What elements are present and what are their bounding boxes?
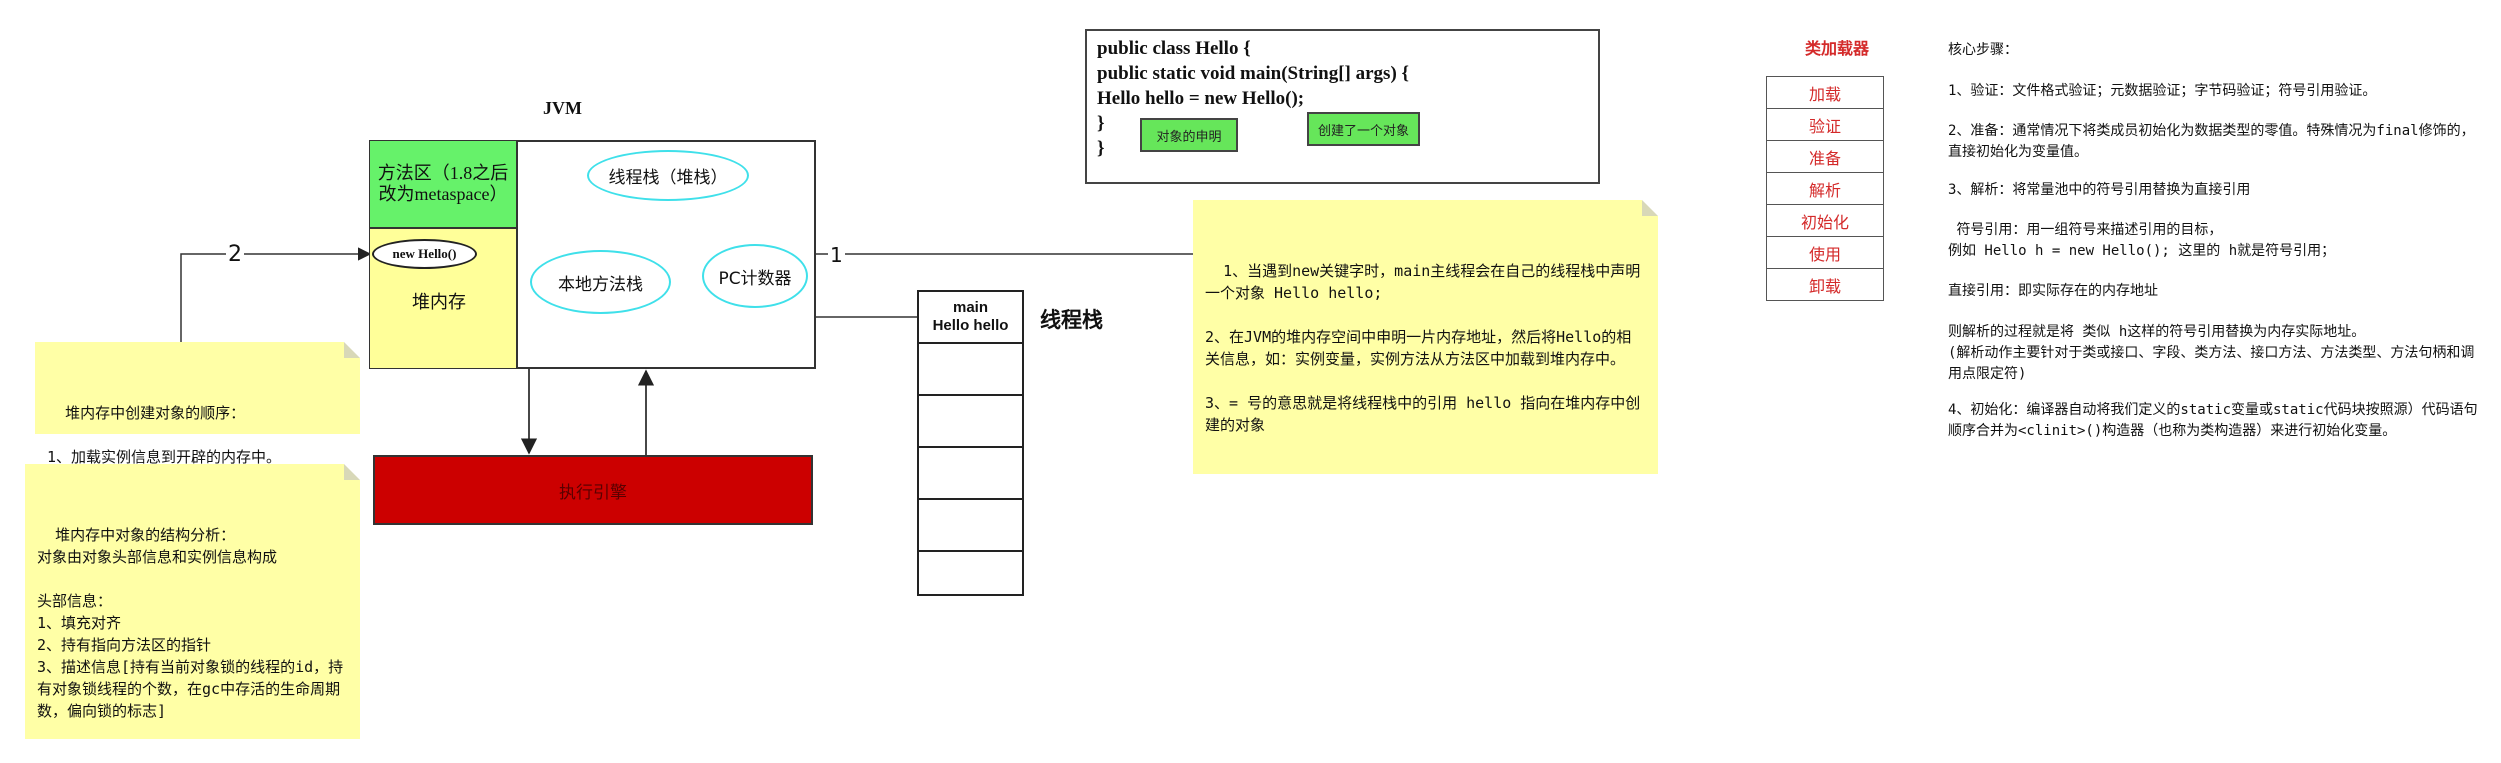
stack-frame bbox=[919, 396, 1022, 448]
loader-step-load[interactable]: 加载 bbox=[1767, 77, 1883, 109]
pc-counter-ellipse[interactable]: PC计数器 bbox=[702, 244, 808, 308]
core-step-direct-ref: 直接引用：即实际存在的内存地址 bbox=[1948, 283, 2158, 299]
code-line: public static void main(String[] args) { bbox=[1097, 63, 1410, 84]
thread-stack-label: 线程栈（堆栈） bbox=[608, 168, 728, 188]
core-step-verify: 1、验证：文件格式验证；元数据验证；字节码验证；符号引用验证。 bbox=[1948, 83, 2377, 99]
stack-frame bbox=[919, 552, 1022, 602]
stack-frame bbox=[919, 500, 1022, 552]
loader-step-use[interactable]: 使用 bbox=[1767, 237, 1883, 269]
note-object-structure-text: 堆内存中对象的结构分析： 对象由对象头部信息和实例信息构成 头部信息： 1、填充… bbox=[37, 526, 344, 720]
loader-step-init[interactable]: 初始化 bbox=[1767, 205, 1883, 237]
method-area-label: 方法区（1.8之后改为metaspace） bbox=[377, 163, 509, 204]
arrow-2 bbox=[180, 247, 372, 342]
execution-engine-label: 执行引擎 bbox=[559, 482, 627, 503]
execution-engine[interactable]: 执行引擎 bbox=[373, 455, 813, 525]
thread-stack-ellipse[interactable]: 线程栈（堆栈） bbox=[587, 150, 749, 201]
pc-counter-label: PC计数器 bbox=[718, 268, 792, 289]
new-hello-label: new Hello() bbox=[392, 246, 457, 261]
thread-stack-title: 线程栈 bbox=[1040, 308, 1103, 332]
core-step-resolve-summary: 则解析的过程就是将 类似 h这样的符号引用替换为内存实际地址。 (解析动作主要针… bbox=[1948, 324, 2475, 382]
core-step-symbol-ref: 符号引用：用一组符号来描述引用的目标， 例如 Hello h = new Hel… bbox=[1948, 222, 2336, 259]
stack-frame-main-line1: main bbox=[952, 299, 988, 316]
native-stack-ellipse[interactable]: 本地方法栈 bbox=[530, 250, 671, 314]
tag-created: 创建了一个对象 bbox=[1307, 112, 1420, 146]
core-step-resolve: 3、解析：将常量池中的符号引用替换为直接引用 bbox=[1948, 182, 2251, 198]
stack-frame-main-line2: Hello hello bbox=[932, 317, 1009, 334]
arrow-label-1: 1 bbox=[828, 243, 845, 267]
class-loader-list: 加载 验证 准备 解析 初始化 使用 卸载 bbox=[1766, 76, 1884, 301]
code-box: public class Hello { public static void … bbox=[1085, 29, 1600, 184]
thread-stack: main Hello hello bbox=[917, 290, 1024, 596]
code-line: public class Hello { bbox=[1097, 38, 1251, 59]
note-new-keyword: 1、当遇到new关键字时，main主线程会在自己的线程栈中声明一个对象 Hell… bbox=[1193, 200, 1658, 474]
stack-frame-main[interactable]: main Hello hello bbox=[919, 292, 1022, 344]
tag-declare-label: 对象的申明 bbox=[1156, 129, 1222, 145]
stack-frame bbox=[919, 344, 1022, 396]
note-object-structure: 堆内存中对象的结构分析： 对象由对象头部信息和实例信息构成 头部信息： 1、填充… bbox=[25, 464, 360, 739]
code-line: Hello hello = new Hello(); bbox=[1097, 88, 1305, 109]
loader-step-unload[interactable]: 卸载 bbox=[1767, 269, 1883, 300]
loader-step-resolve[interactable]: 解析 bbox=[1767, 173, 1883, 205]
stack-frame bbox=[919, 448, 1022, 500]
new-hello-object[interactable]: new Hello() bbox=[372, 239, 477, 269]
core-steps-title: 核心步骤： bbox=[1948, 42, 2018, 58]
jvm-title: JVM bbox=[543, 98, 582, 118]
method-area: 方法区（1.8之后改为metaspace） bbox=[370, 141, 518, 229]
native-stack-label: 本地方法栈 bbox=[558, 274, 643, 295]
class-loader-title: 类加载器 bbox=[1805, 39, 1870, 58]
arrow-label-2: 2 bbox=[226, 242, 244, 267]
note-new-keyword-text: 1、当遇到new关键字时，main主线程会在自己的线程栈中声明一个对象 Hell… bbox=[1205, 262, 1641, 434]
core-step-prepare: 2、准备：通常情况下将类成员初始化为数据类型的零值。特殊情况为final修饰的，… bbox=[1948, 123, 2475, 160]
tag-declare: 对象的申明 bbox=[1140, 118, 1238, 152]
loader-step-prepare[interactable]: 准备 bbox=[1767, 141, 1883, 173]
tag-created-label: 创建了一个对象 bbox=[1317, 123, 1409, 139]
note-create-order: 堆内存中创建对象的顺序： 1、加载实例信息到开辟的内存中。 2、执行构造方法，即… bbox=[35, 342, 360, 488]
core-step-init: 4、初始化：编译器自动将我们定义的static变量或static代码块按照源）代… bbox=[1948, 402, 2478, 439]
loader-step-verify[interactable]: 验证 bbox=[1767, 109, 1883, 141]
heap-label: 堆内存 bbox=[412, 292, 466, 313]
